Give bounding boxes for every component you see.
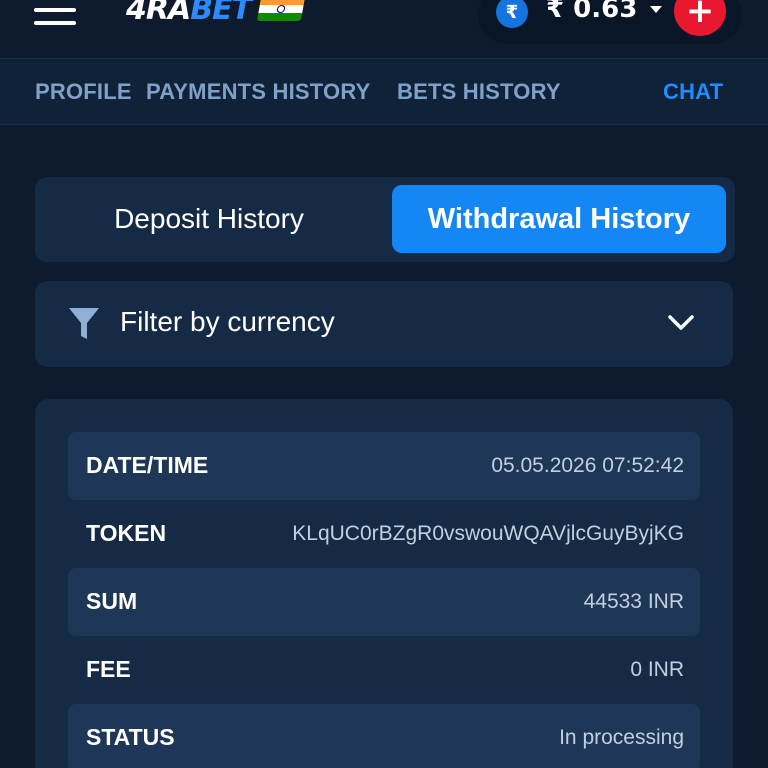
nav-payments-history[interactable]: PAYMENTS HISTORY bbox=[146, 79, 370, 105]
withdrawal-details-card: DATE/TIME 05.05.2026 07:52:42 TOKEN KLqU… bbox=[35, 399, 733, 768]
top-header: 4RABET ₹ ₹ 0.63 + bbox=[0, 0, 768, 58]
status-value: In processing bbox=[559, 726, 684, 749]
detail-row-datetime: DATE/TIME 05.05.2026 07:52:42 bbox=[68, 432, 700, 500]
nav-chat[interactable]: CHAT bbox=[663, 79, 723, 105]
india-flag-icon bbox=[256, 0, 306, 21]
nav-bets-history[interactable]: BETS HISTORY bbox=[397, 79, 561, 105]
detail-value: KLqUC0rBZgR0vswouWQAVjlcGuyByjKG bbox=[292, 522, 684, 545]
detail-value: 05.05.2026 07:52:42 bbox=[491, 454, 684, 477]
detail-row-fee: FEE 0 INR bbox=[68, 636, 700, 704]
deposit-history-tab[interactable]: Deposit History bbox=[49, 185, 369, 253]
funnel-icon bbox=[69, 308, 99, 339]
detail-value: 0 INR bbox=[630, 658, 684, 681]
detail-label: DATE/TIME bbox=[86, 452, 209, 478]
caret-down-icon[interactable] bbox=[650, 6, 662, 13]
hamburger-icon[interactable] bbox=[32, 0, 80, 30]
nav-profile[interactable]: PROFILE bbox=[35, 79, 132, 105]
detail-value: 44533 INR bbox=[583, 590, 684, 613]
detail-row-status: STATUS In processing bbox=[68, 704, 700, 768]
logo-suffix: BET bbox=[190, 0, 252, 27]
filter-label: Filter by currency bbox=[120, 306, 335, 337]
logo-prefix: 4RA bbox=[126, 0, 191, 27]
detail-row-token: TOKEN KLqUC0rBZgR0vswouWQAVjlcGuyByjKG bbox=[68, 500, 700, 568]
currency-filter-dropdown[interactable]: Filter by currency bbox=[35, 281, 733, 367]
balance-amount[interactable]: ₹ 0.63 bbox=[546, 0, 637, 24]
account-nav: PROFILE PAYMENTS HISTORY BETS HISTORY CH… bbox=[0, 58, 768, 125]
detail-row-sum: SUM 44533 INR bbox=[68, 568, 700, 636]
detail-label: SUM bbox=[86, 588, 138, 614]
chevron-down-icon bbox=[668, 315, 694, 330]
brand-logo[interactable]: 4RABET bbox=[126, 0, 306, 27]
withdrawal-history-tab[interactable]: Withdrawal History bbox=[392, 185, 726, 253]
detail-label: STATUS bbox=[86, 724, 175, 750]
detail-label: TOKEN bbox=[86, 520, 167, 546]
detail-label: FEE bbox=[86, 656, 131, 682]
history-type-toggle: Deposit History Withdrawal History bbox=[35, 177, 735, 262]
